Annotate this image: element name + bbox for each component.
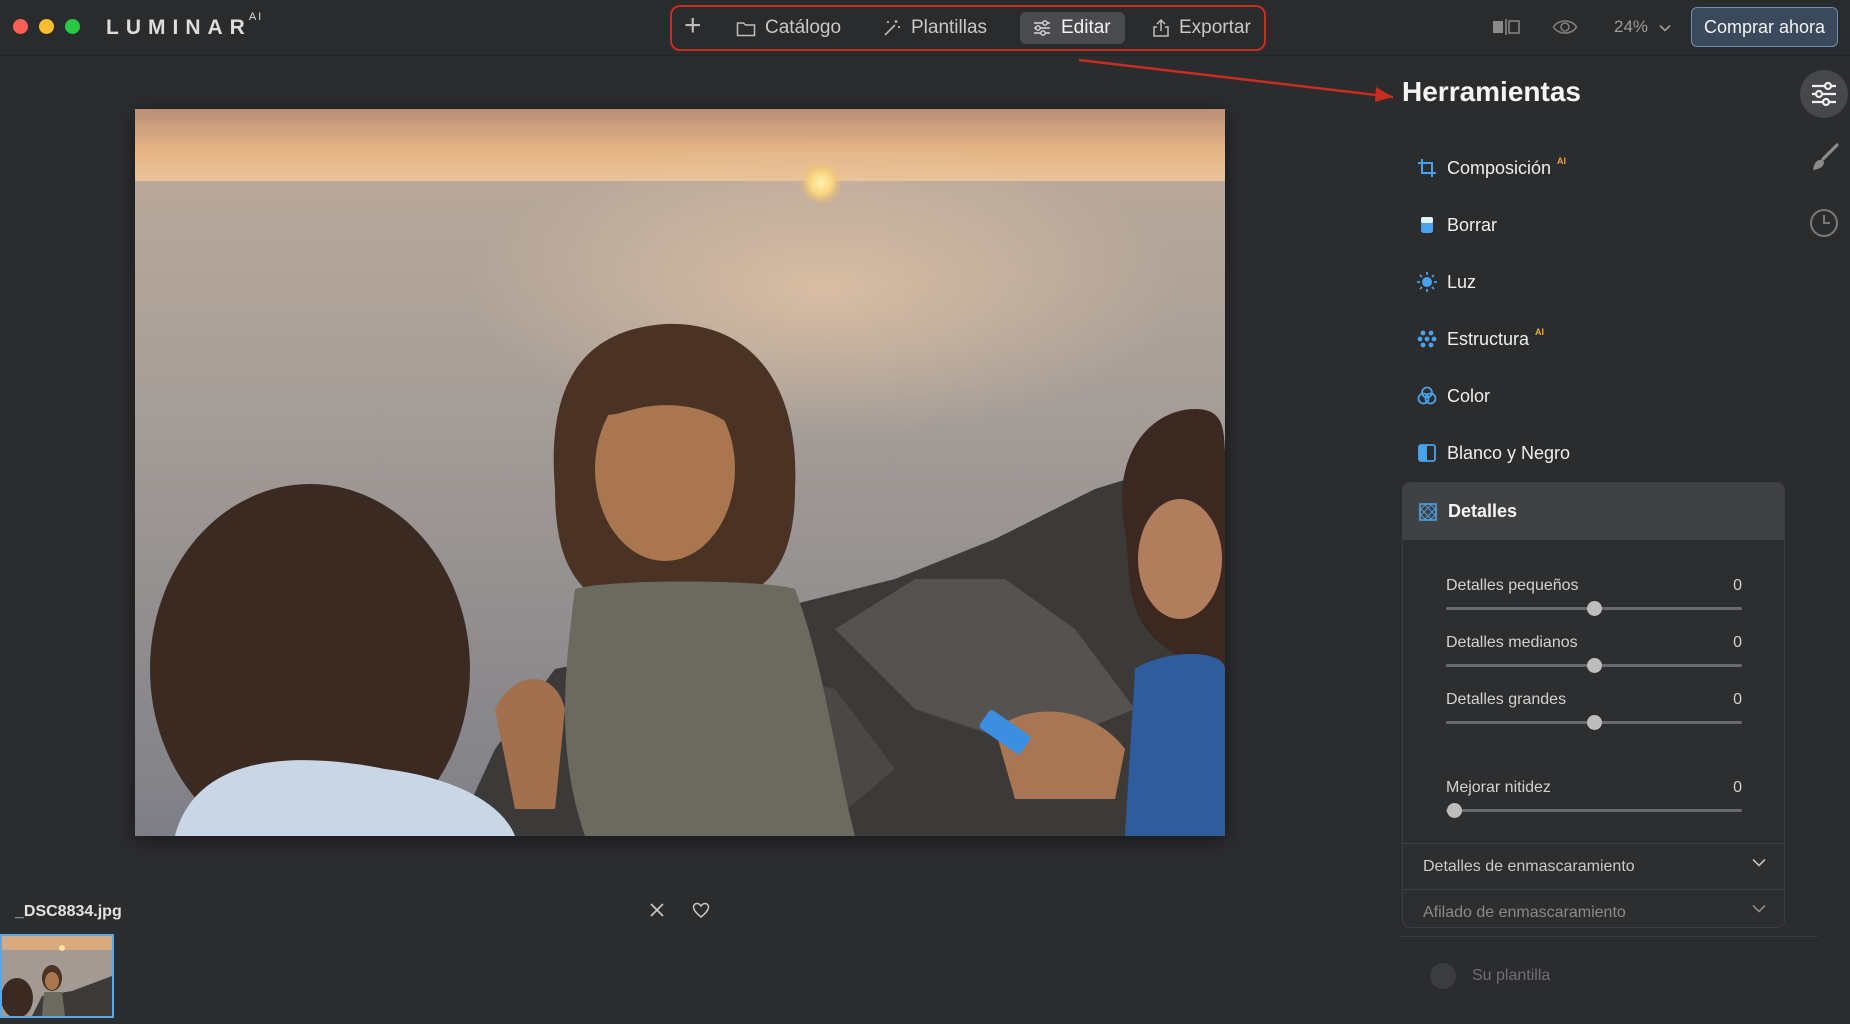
slider-label: Detalles medianos — [1446, 634, 1578, 651]
favorite-button[interactable] — [692, 902, 710, 924]
crop-icon — [1416, 157, 1438, 179]
slider-small-details[interactable]: Detalles pequeños 0 — [1446, 577, 1742, 617]
tool-structure-label: Estructura — [1447, 328, 1530, 349]
tab-edit-label: Editar — [1061, 17, 1111, 38]
slider-value: 0 — [1733, 634, 1742, 651]
sliders-icon — [1034, 20, 1050, 36]
slider-large-details[interactable]: Detalles grandes 0 — [1446, 691, 1742, 731]
tab-catalog-label: Catálogo — [765, 17, 842, 38]
structure-icon — [1416, 328, 1438, 350]
save-template-row[interactable]: Su plantilla — [1400, 936, 1818, 1024]
tool-composition[interactable]: Composición AI — [1416, 153, 1566, 183]
clock-icon — [1810, 209, 1838, 237]
photo-image — [135, 109, 1225, 836]
grid-pattern-icon — [1417, 501, 1439, 523]
half-square-icon — [1416, 442, 1438, 464]
close-icon — [650, 903, 664, 917]
slider-handle[interactable] — [1587, 715, 1602, 730]
compare-view-button[interactable] — [1492, 18, 1522, 41]
section-label: Afilado de enmascaramiento — [1423, 903, 1626, 921]
slider-handle[interactable] — [1587, 601, 1602, 616]
brush-panel-button[interactable] — [1809, 142, 1841, 179]
tab-edit[interactable]: Editar — [1020, 12, 1125, 44]
tool-black-white-label: Blanco y Negro — [1447, 442, 1571, 463]
tool-color[interactable]: Color — [1416, 381, 1490, 411]
slider-label: Detalles pequeños — [1446, 577, 1579, 594]
tool-light[interactable]: Luz — [1416, 267, 1476, 297]
ai-badge: AI — [1535, 327, 1545, 337]
window-close-button[interactable] — [13, 19, 28, 34]
window-zoom-button[interactable] — [65, 19, 80, 34]
image-filename: _DSC8834.jpg — [15, 903, 122, 920]
template-label: Su plantilla — [1472, 967, 1551, 984]
slider-label: Detalles grandes — [1446, 691, 1567, 708]
chevron-down-icon — [1752, 858, 1766, 867]
slider-medium-details[interactable]: Detalles medianos 0 — [1446, 634, 1742, 674]
slider-value: 0 — [1733, 779, 1742, 796]
tool-erase[interactable]: Borrar — [1416, 210, 1497, 240]
slider-sharpen[interactable]: Mejorar nitidez 0 — [1446, 779, 1742, 819]
chevron-down-icon — [1659, 24, 1671, 32]
section-masking-sharpen[interactable]: Afilado de enmascaramiento — [1403, 889, 1784, 927]
slider-handle[interactable] — [1447, 803, 1462, 818]
app-logo: LUMINARAI — [106, 11, 264, 39]
preview-toggle-button[interactable] — [1552, 16, 1578, 43]
details-panel: Detalles Detalles pequeños 0 Detalles me… — [1402, 482, 1785, 928]
window-minimize-button[interactable] — [39, 19, 54, 34]
zoom-dropdown[interactable]: 24% — [1614, 17, 1671, 37]
panel-title: Herramientas — [1402, 76, 1581, 107]
tab-export[interactable]: Exportar — [1152, 12, 1251, 44]
top-bar: LUMINARAI + Catálogo Plantillas Editar E… — [0, 0, 1850, 56]
sliders-icon — [1812, 81, 1836, 107]
thumbnail-image — [2, 936, 112, 1016]
tool-black-white[interactable]: Blanco y Negro — [1416, 438, 1570, 468]
slider-track[interactable] — [1446, 809, 1742, 812]
right-rail — [1797, 0, 1850, 1024]
slider-label: Mejorar nitidez — [1446, 779, 1551, 796]
tab-export-label: Exportar — [1179, 17, 1251, 38]
ai-badge: AI — [1557, 156, 1567, 166]
tab-templates[interactable]: Plantillas — [882, 12, 987, 44]
tool-light-label: Luz — [1447, 271, 1477, 292]
tool-structure[interactable]: Estructura AI — [1416, 324, 1544, 354]
chevron-down-icon — [1752, 904, 1766, 913]
share-icon — [1153, 18, 1169, 37]
tools-panel-button[interactable] — [1800, 70, 1848, 118]
tab-templates-label: Plantillas — [911, 17, 988, 38]
section-label: Detalles de enmascaramiento — [1423, 857, 1635, 875]
tab-catalog[interactable]: Catálogo — [736, 12, 841, 44]
tool-color-label: Color — [1447, 385, 1491, 406]
annotation-arrow — [1078, 58, 1394, 102]
template-toggle[interactable] — [1430, 963, 1456, 989]
filmstrip-thumbnail[interactable] — [0, 934, 114, 1018]
details-title: Detalles — [1448, 501, 1518, 521]
tool-composition-label: Composición — [1447, 157, 1552, 178]
details-header[interactable]: Detalles — [1403, 483, 1784, 540]
add-photos-button[interactable]: + — [684, 9, 702, 42]
compare-icon — [1493, 19, 1520, 35]
eye-icon — [1552, 20, 1578, 34]
brush-icon — [1813, 143, 1839, 170]
zoom-value: 24% — [1614, 17, 1649, 36]
reject-button[interactable] — [648, 901, 666, 924]
magic-wand-icon — [884, 20, 900, 36]
sun-icon — [1416, 271, 1438, 293]
slider-value: 0 — [1733, 577, 1742, 594]
slider-value: 0 — [1733, 691, 1742, 708]
main-nav: + Catálogo Plantillas Editar Exportar — [670, 5, 1266, 51]
slider-handle[interactable] — [1587, 658, 1602, 673]
heart-icon — [692, 902, 710, 918]
section-masking-details[interactable]: Detalles de enmascaramiento — [1403, 843, 1784, 889]
folder-icon — [736, 21, 756, 36]
color-circles-icon — [1416, 385, 1438, 407]
photo-canvas[interactable] — [135, 109, 1225, 836]
history-panel-button[interactable] — [1808, 207, 1840, 244]
tool-erase-label: Borrar — [1447, 214, 1498, 235]
eraser-icon — [1416, 214, 1438, 236]
